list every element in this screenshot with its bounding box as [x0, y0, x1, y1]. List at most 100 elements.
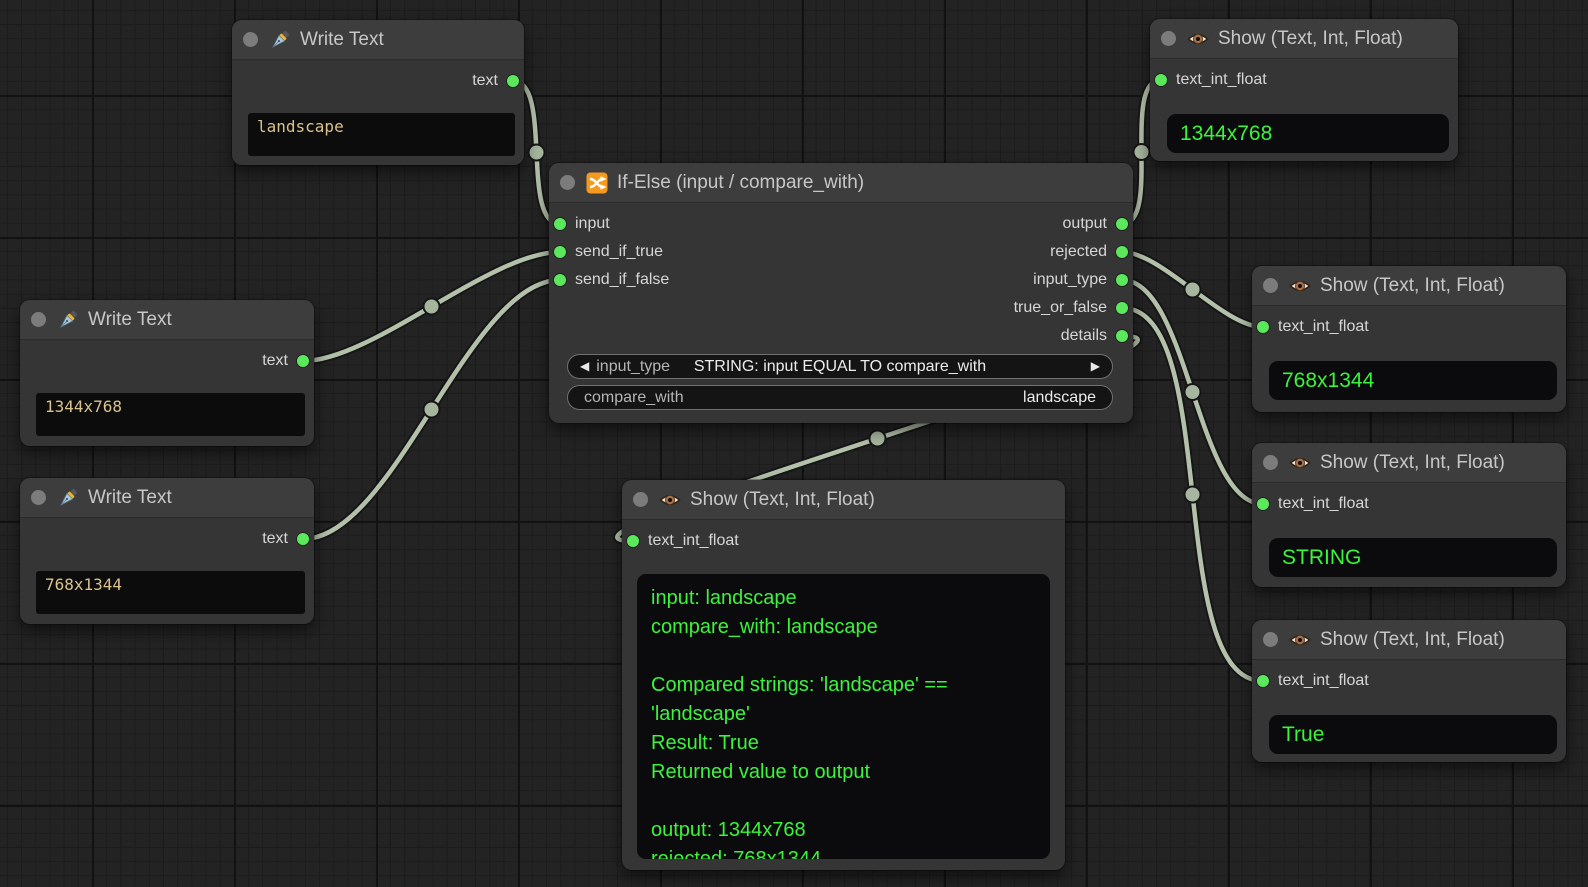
wire-midpoint-dot — [870, 431, 886, 447]
collapse-dot-icon[interactable] — [633, 492, 648, 507]
node-if-else[interactable]: If-Else (input / compare_with)input send_… — [549, 163, 1133, 423]
node-title: If-Else (input / compare_with) — [617, 163, 864, 202]
output-port-rejected[interactable] — [1116, 246, 1128, 258]
input-port-text_int_float[interactable] — [1257, 321, 1269, 333]
node-title: Show (Text, Int, Float) — [1320, 620, 1505, 659]
output-slot-label: details — [1061, 326, 1107, 346]
node-show-output[interactable]: Show (Text, Int, Float) text_int_float 134… — [1150, 19, 1458, 161]
field-value: landscape — [1023, 389, 1096, 407]
field-label: compare_with — [584, 389, 684, 407]
value-display: True — [1269, 715, 1557, 754]
wire-midpoint-dot — [1185, 282, 1201, 298]
output-port-text[interactable] — [297, 355, 309, 367]
node-show-rejected[interactable]: Show (Text, Int, Float) text_int_float 768… — [1252, 266, 1566, 412]
output-slot-label: input_type — [1033, 270, 1107, 290]
node-show-input-type[interactable]: Show (Text, Int, Float) text_int_float STR… — [1252, 443, 1566, 587]
node-show-true-or-false[interactable]: Show (Text, Int, Float) text_int_float Tru… — [1252, 620, 1566, 762]
collapse-dot-icon[interactable] — [1263, 278, 1278, 293]
output-port-true_or_false[interactable] — [1116, 302, 1128, 314]
node-graph-canvas[interactable]: Write Text text landscape Write Text text 134… — [0, 0, 1588, 887]
input_type-combo[interactable]: ◀input_typeSTRING: input EQUAL TO compar… — [567, 354, 1113, 379]
input-slot-label: text_int_float — [1278, 494, 1369, 514]
pen-icon — [269, 29, 291, 51]
value-display: input: landscape compare_with: landscape… — [637, 574, 1050, 859]
collapse-dot-icon[interactable] — [560, 175, 575, 190]
output-slot-label: output — [1063, 214, 1107, 234]
input-port-send_if_false[interactable] — [554, 274, 566, 286]
collapse-dot-icon[interactable] — [1263, 455, 1278, 470]
output-port-input_type[interactable] — [1116, 274, 1128, 286]
node-write-text-2[interactable]: Write Text text 1344x768 — [20, 300, 314, 446]
input-slot-label: send_if_true — [575, 242, 663, 262]
output-port-text[interactable] — [297, 533, 309, 545]
wire-midpoint-dot — [424, 402, 440, 418]
text-area[interactable]: 768x1344 — [36, 571, 305, 614]
node-title: Show (Text, Int, Float) — [1320, 266, 1505, 305]
input-port-text_int_float[interactable] — [1257, 675, 1269, 687]
text-area[interactable]: landscape — [248, 113, 515, 156]
node-title: Write Text — [88, 478, 172, 517]
node-title: Show (Text, Int, Float) — [690, 480, 875, 519]
wire-midpoint-dot — [424, 299, 440, 315]
node-title: Write Text — [88, 300, 172, 339]
input-port-send_if_true[interactable] — [554, 246, 566, 258]
output-port-text[interactable] — [507, 75, 519, 87]
wire-midpoint-dot — [529, 145, 545, 161]
combo-right-arrow-icon[interactable]: ▶ — [1091, 355, 1112, 378]
eye-icon — [659, 489, 681, 511]
input-slot-label: input — [575, 214, 610, 234]
output-port-details[interactable] — [1116, 330, 1128, 342]
value-display: 1344x768 — [1167, 114, 1449, 153]
output-slot-label: text — [262, 351, 288, 371]
wire-midpoint-dot — [1185, 384, 1201, 400]
eye-icon — [1289, 452, 1311, 474]
text-area[interactable]: 1344x768 — [36, 393, 305, 436]
eye-icon — [1289, 275, 1311, 297]
node-title-bar: Write Text — [232, 20, 524, 60]
combo-left-arrow-icon[interactable]: ◀ — [568, 355, 589, 378]
output-slot-label: text — [472, 71, 498, 91]
shuffle-icon — [586, 172, 608, 194]
value-display: STRING — [1269, 538, 1557, 577]
node-title: Write Text — [300, 20, 384, 59]
input-port-text_int_float[interactable] — [627, 535, 639, 547]
pen-icon — [57, 309, 79, 331]
collapse-dot-icon[interactable] — [1263, 632, 1278, 647]
output-slot-label: text — [262, 529, 288, 549]
node-show-details[interactable]: Show (Text, Int, Float) text_int_floatinp… — [622, 480, 1065, 870]
input-slot-label: text_int_float — [648, 531, 739, 551]
eye-icon — [1289, 629, 1311, 651]
input-port-text_int_float[interactable] — [1155, 74, 1167, 86]
node-write-text-1[interactable]: Write Text text landscape — [232, 20, 524, 165]
node-title-bar: Show (Text, Int, Float) — [1150, 19, 1458, 59]
node-title-bar: Write Text — [20, 478, 314, 518]
node-title-bar: Show (Text, Int, Float) — [1252, 620, 1566, 660]
node-write-text-3[interactable]: Write Text text 768x1344 — [20, 478, 314, 624]
output-port-output[interactable] — [1116, 218, 1128, 230]
node-title: Show (Text, Int, Float) — [1218, 19, 1403, 58]
node-title: Show (Text, Int, Float) — [1320, 443, 1505, 482]
compare_with-field[interactable]: compare_with landscape — [567, 385, 1113, 410]
value-display: 768x1344 — [1269, 361, 1557, 400]
node-title-bar: Show (Text, Int, Float) — [622, 480, 1065, 520]
node-title-bar: Write Text — [20, 300, 314, 340]
input-slot-label: text_int_float — [1176, 70, 1267, 90]
node-title-bar: If-Else (input / compare_with) — [549, 163, 1133, 203]
collapse-dot-icon[interactable] — [31, 312, 46, 327]
wire-midpoint-dot — [1185, 487, 1201, 503]
eye-icon — [1187, 28, 1209, 50]
input-port-text_int_float[interactable] — [1257, 498, 1269, 510]
wire-midpoint-dot — [1134, 144, 1150, 160]
collapse-dot-icon[interactable] — [1161, 31, 1176, 46]
input-slot-label: send_if_false — [575, 270, 669, 290]
input-port-input[interactable] — [554, 218, 566, 230]
input-slot-label: text_int_float — [1278, 317, 1369, 337]
node-title-bar: Show (Text, Int, Float) — [1252, 266, 1566, 306]
input-slot-label: text_int_float — [1278, 671, 1369, 691]
collapse-dot-icon[interactable] — [243, 32, 258, 47]
collapse-dot-icon[interactable] — [31, 490, 46, 505]
node-title-bar: Show (Text, Int, Float) — [1252, 443, 1566, 483]
pen-icon — [57, 487, 79, 509]
output-slot-label: true_or_false — [1014, 298, 1107, 318]
combo-label: input_type — [596, 358, 670, 376]
